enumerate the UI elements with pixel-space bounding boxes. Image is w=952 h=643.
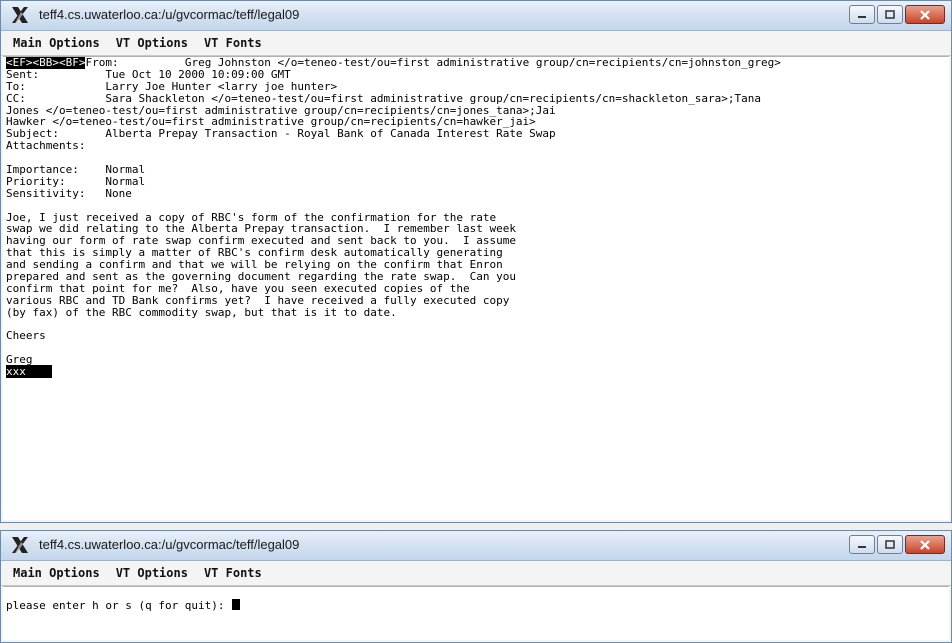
menu-main-options[interactable]: Main Options [13,566,100,580]
close-button[interactable] [905,535,945,554]
terminal-input-area[interactable]: please enter h or s (q for quit): [3,586,949,640]
terminal-line: CC: Sara Shackleton </o=teneo-test/ou=fi… [6,91,761,105]
terminal-line: To: Larry Joe Hunter <larry joe hunter> [6,79,338,93]
x-app-icon [12,537,28,553]
terminal-line: various RBC and TD Bank confirms yet? I … [6,293,510,307]
menu-main-options[interactable]: Main Options [13,36,100,50]
maximize-icon [885,539,895,549]
menu-vt-fonts[interactable]: VT Fonts [204,566,262,580]
terminal-prompt-line[interactable]: please enter h or s (q for quit): [3,598,949,612]
minimize-button[interactable] [849,5,875,24]
terminal-output[interactable]: <EF><BB><BF>From: Greg Johnston </o=tene… [3,56,949,520]
maximize-button[interactable] [877,535,903,554]
prompt-text: please enter h or s (q for quit): [6,598,232,612]
terminal-window-top: teff4.cs.uwaterloo.ca:/u/gvcormac/teff/l… [0,0,952,523]
maximize-icon [885,9,895,19]
terminal-line: Subject: Alberta Prepay Transaction - Ro… [6,127,556,141]
maximize-button[interactable] [877,5,903,24]
menu-vt-fonts[interactable]: VT Fonts [204,36,262,50]
minimize-button[interactable] [849,535,875,554]
minimize-icon [858,15,866,18]
minimize-icon [858,545,866,548]
terminal-line: Priority: Normal [6,174,146,188]
terminal-line: Sent: Tue Oct 10 2000 10:09:00 GMT [6,67,291,81]
x-app-icon [12,7,28,23]
text-cursor [232,598,241,610]
terminal-line: Sensitivity: None [6,186,132,200]
menu-vt-options[interactable]: VT Options [116,566,188,580]
close-icon [920,539,930,550]
close-button[interactable] [905,5,945,24]
status-text: xxx [6,365,52,379]
close-icon [920,9,930,20]
menu-bar: Main Options VT Options VT Fonts [1,561,951,586]
menu-bar: Main Options VT Options VT Fonts [1,31,951,56]
terminal-window-bottom: teff4.cs.uwaterloo.ca:/u/gvcormac/teff/l… [0,530,952,643]
window-title: teff4.cs.uwaterloo.ca:/u/gvcormac/teff/l… [39,537,300,552]
terminal-line: (by fax) of the RBC commodity swap, but … [6,305,397,319]
title-bar[interactable]: teff4.cs.uwaterloo.ca:/u/gvcormac/teff/l… [1,531,951,561]
title-bar[interactable]: teff4.cs.uwaterloo.ca:/u/gvcormac/teff/l… [1,1,951,31]
terminal-line: Cheers [6,329,46,343]
terminal-line: Attachments: [6,139,86,153]
menu-vt-options[interactable]: VT Options [116,36,188,50]
terminal-line: Greg [6,353,33,367]
window-title: teff4.cs.uwaterloo.ca:/u/gvcormac/teff/l… [39,7,300,22]
terminal-status-line: xxx [3,365,949,379]
